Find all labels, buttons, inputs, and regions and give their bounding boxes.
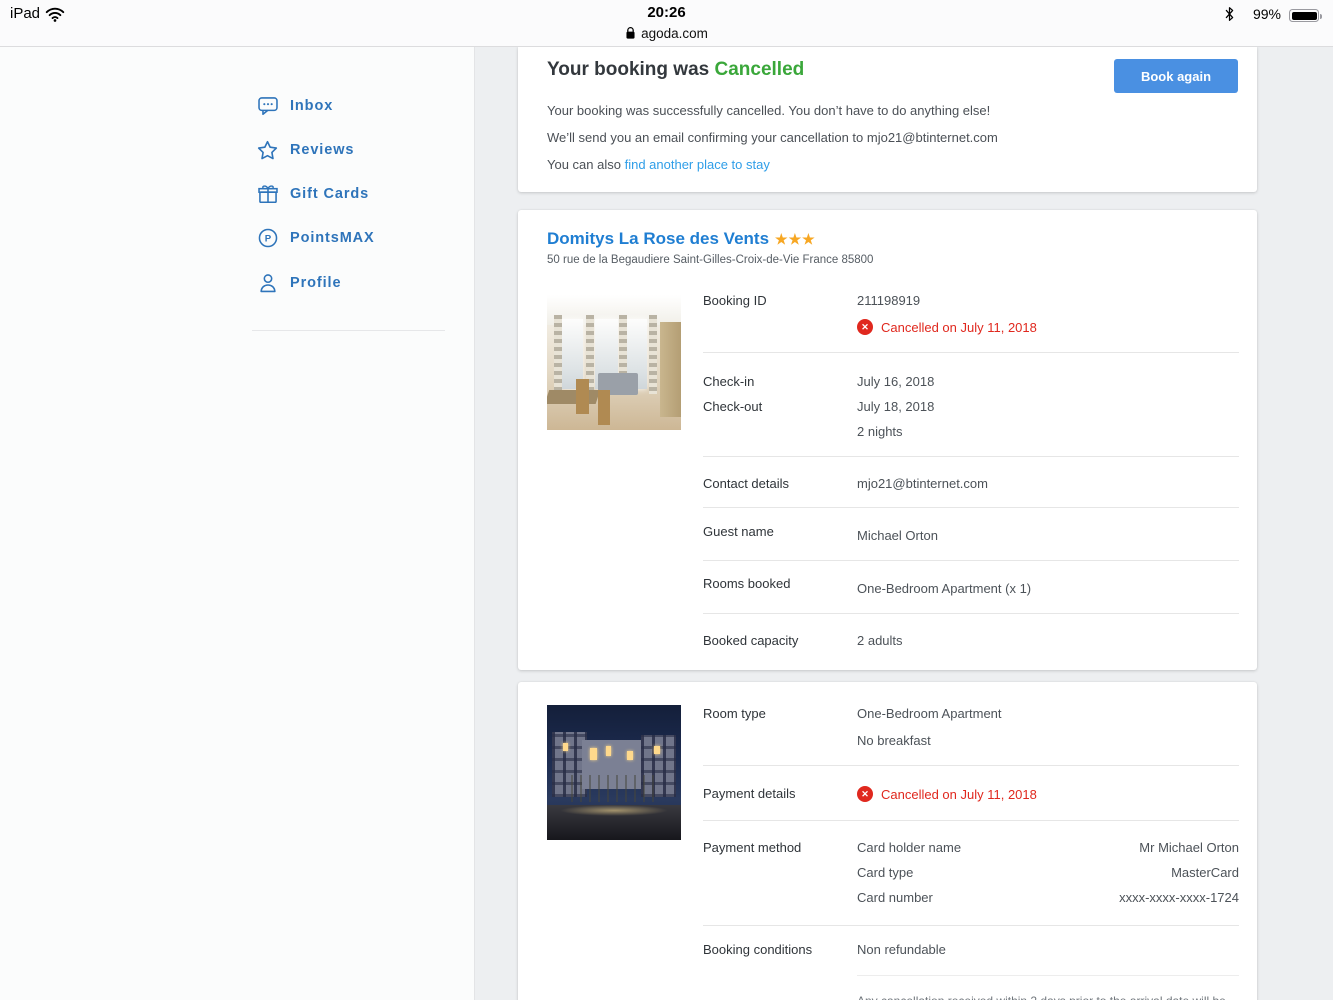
battery-percent: 99% bbox=[1253, 6, 1281, 22]
sidebar-item-label: Gift Cards bbox=[290, 186, 369, 202]
contact-details-value: mjo21@btinternet.com bbox=[857, 476, 988, 491]
booked-capacity-label: Booked capacity bbox=[703, 633, 798, 648]
checkout-value: July 18, 2018 bbox=[857, 399, 934, 414]
checkin-label: Check-in bbox=[703, 374, 754, 389]
payment-details-label: Payment details bbox=[703, 786, 796, 801]
guest-name-label: Guest name bbox=[703, 524, 774, 539]
divider bbox=[703, 352, 1239, 353]
cancellation-policy-note: Any cancellation received within 2 days … bbox=[857, 993, 1239, 1000]
account-sidebar: Inbox Reviews Gift Cards P Points bbox=[0, 47, 475, 1000]
cancelled-text: Cancelled on July 11, 2018 bbox=[881, 320, 1037, 335]
booking-id-value: 211198919 bbox=[857, 293, 920, 308]
rooms-booked-label: Rooms booked bbox=[703, 576, 790, 591]
lock-icon bbox=[625, 26, 636, 43]
battery-icon bbox=[1289, 9, 1319, 22]
breakfast-value: No breakfast bbox=[857, 733, 931, 748]
card-type-label: Card type bbox=[857, 865, 913, 880]
divider bbox=[703, 507, 1239, 508]
contact-details-label: Contact details bbox=[703, 476, 789, 491]
rooms-booked-value: One-Bedroom Apartment (x 1) bbox=[857, 581, 1031, 596]
sidebar-item-label: Reviews bbox=[290, 142, 354, 158]
find-another-place-link[interactable]: find another place to stay bbox=[625, 157, 770, 172]
divider bbox=[703, 456, 1239, 457]
banner-line-3: You can also find another place to stay bbox=[547, 157, 770, 172]
star-rating: ★★★ bbox=[775, 231, 816, 247]
star-outline-icon bbox=[256, 139, 279, 162]
payment-method-label: Payment method bbox=[703, 840, 801, 855]
sidebar-item-label: Inbox bbox=[290, 98, 333, 114]
booking-cancelled-status: ✕ Cancelled on July 11, 2018 bbox=[857, 319, 1037, 335]
profile-icon bbox=[256, 272, 279, 295]
room-payment-card: Room type One-Bedroom Apartment No break… bbox=[518, 682, 1257, 1000]
divider bbox=[703, 613, 1239, 614]
card-type-value: MasterCard bbox=[1171, 865, 1239, 880]
checkout-label: Check-out bbox=[703, 399, 762, 414]
room-photo bbox=[547, 295, 681, 430]
card-holder-value: Mr Michael Orton bbox=[1139, 840, 1239, 855]
booking-conditions-value: Non refundable bbox=[857, 942, 946, 957]
sidebar-divider bbox=[252, 330, 445, 331]
sidebar-item-label: Profile bbox=[290, 275, 341, 291]
banner-status-cancelled: Cancelled bbox=[715, 59, 805, 80]
main-content: Your booking was Cancelled Book again Yo… bbox=[476, 47, 1333, 1000]
sidebar-item-inbox[interactable]: Inbox bbox=[256, 93, 333, 119]
sidebar-item-label: PointsMAX bbox=[290, 230, 375, 246]
card-holder-label: Card holder name bbox=[857, 840, 961, 855]
url-bar[interactable]: agoda.com bbox=[0, 26, 1333, 43]
booking-id-label: Booking ID bbox=[703, 293, 767, 308]
divider bbox=[703, 765, 1239, 766]
svg-text:P: P bbox=[264, 234, 271, 245]
booked-capacity-value: 2 adults bbox=[857, 633, 903, 648]
gift-icon bbox=[256, 183, 279, 206]
sidebar-item-gift-cards[interactable]: Gift Cards bbox=[256, 181, 369, 207]
pointsmax-icon: P bbox=[256, 227, 279, 250]
booking-details-card: Domitys La Rose des Vents ★★★ 50 rue de l… bbox=[518, 210, 1257, 670]
banner-title: Your booking was Cancelled bbox=[547, 59, 804, 81]
checkin-value: July 16, 2018 bbox=[857, 374, 934, 389]
book-again-button[interactable]: Book again bbox=[1114, 59, 1238, 93]
card-number-value: xxxx-xxxx-xxxx-1724 bbox=[1119, 890, 1239, 905]
banner-line-2: We’ll send you an email confirming your … bbox=[547, 130, 998, 145]
divider bbox=[703, 820, 1239, 821]
bluetooth-icon bbox=[1224, 6, 1235, 27]
banner-line-3-text: You can also bbox=[547, 157, 625, 172]
hotel-name-text: Domitys La Rose des Vents bbox=[547, 229, 769, 248]
hotel-exterior-photo bbox=[547, 705, 681, 840]
url-text: agoda.com bbox=[641, 26, 708, 41]
status-time: 20:26 bbox=[0, 4, 1333, 21]
payment-cancelled-text: Cancelled on July 11, 2018 bbox=[881, 787, 1037, 802]
divider bbox=[703, 560, 1239, 561]
inbox-icon bbox=[256, 95, 279, 118]
divider bbox=[703, 925, 1239, 926]
cancellation-banner-card: Your booking was Cancelled Book again Yo… bbox=[518, 47, 1257, 192]
payment-cancelled-status: ✕ Cancelled on July 11, 2018 bbox=[857, 786, 1037, 802]
hotel-address: 50 rue de la Begaudiere Saint-Gilles-Cro… bbox=[547, 254, 873, 266]
sidebar-item-pointsmax[interactable]: P PointsMAX bbox=[256, 225, 375, 251]
banner-line-1: Your booking was successfully cancelled.… bbox=[547, 103, 990, 118]
booking-conditions-label: Booking conditions bbox=[703, 942, 812, 957]
cancelled-x-icon: ✕ bbox=[857, 319, 873, 335]
divider bbox=[857, 975, 1239, 976]
card-number-label: Card number bbox=[857, 890, 933, 905]
banner-title-prefix: Your booking was bbox=[547, 59, 715, 80]
hotel-name-link[interactable]: Domitys La Rose des Vents ★★★ bbox=[547, 229, 816, 249]
banner-line-2-text: We’ll send you an email confirming your … bbox=[547, 130, 867, 145]
guest-name-value: Michael Orton bbox=[857, 528, 938, 543]
cancelled-x-icon: ✕ bbox=[857, 786, 873, 802]
safari-top-bar: iPad 20:26 agoda.com 99% bbox=[0, 0, 1333, 47]
room-type-label: Room type bbox=[703, 706, 766, 721]
room-type-value: One-Bedroom Apartment bbox=[857, 706, 1002, 721]
sidebar-item-profile[interactable]: Profile bbox=[256, 270, 341, 296]
nights-value: 2 nights bbox=[857, 424, 903, 439]
sidebar-item-reviews[interactable]: Reviews bbox=[256, 137, 354, 163]
banner-email: mjo21@btinternet.com bbox=[867, 130, 998, 145]
